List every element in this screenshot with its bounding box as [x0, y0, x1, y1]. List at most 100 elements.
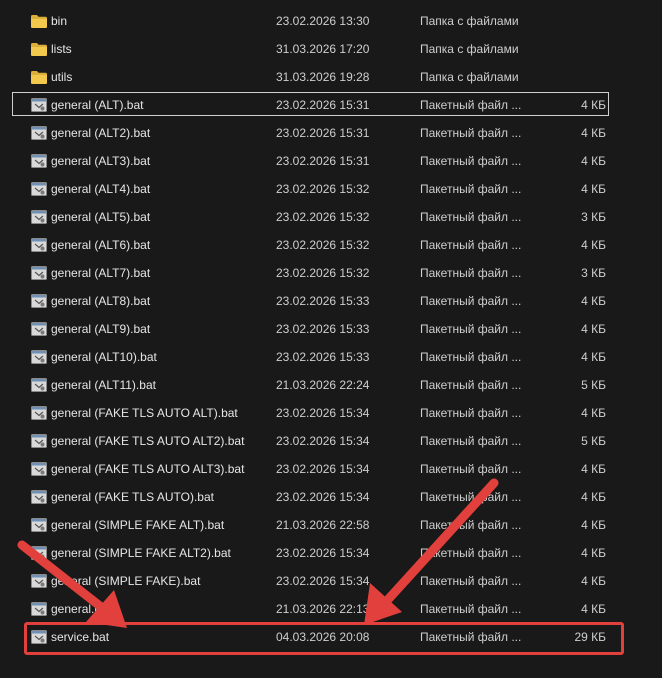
file-row-batch[interactable]: general (SIMPLE FAKE ALT2).bat 23.02.202… — [0, 539, 662, 567]
file-name: general (ALT11).bat — [51, 378, 156, 392]
file-row-folder[interactable]: utils 31.03.2026 19:28 Папка с файлами — [0, 63, 662, 91]
file-date: 23.02.2026 15:31 — [276, 154, 370, 168]
file-name: general (ALT).bat — [51, 98, 144, 112]
file-size: 4 КБ — [581, 126, 606, 140]
file-size: 4 КБ — [581, 350, 606, 364]
file-size: 29 КБ — [574, 630, 606, 644]
file-row-batch[interactable]: general (FAKE TLS AUTO).bat 23.02.2026 1… — [0, 483, 662, 511]
file-size: 4 КБ — [581, 182, 606, 196]
file-date: 23.02.2026 15:33 — [276, 294, 370, 308]
file-row-batch[interactable]: general (ALT5).bat 23.02.2026 15:32 Паке… — [0, 203, 662, 231]
file-type: Пакетный файл ... — [420, 546, 522, 560]
folder-icon — [31, 42, 47, 56]
folder-icon — [31, 14, 47, 28]
file-date: 23.02.2026 13:30 — [276, 14, 370, 28]
file-date: 21.03.2026 22:13 — [276, 602, 370, 616]
file-size: 3 КБ — [581, 210, 606, 224]
file-type: Пакетный файл ... — [420, 350, 522, 364]
file-date: 23.02.2026 15:31 — [276, 126, 370, 140]
file-size: 5 КБ — [581, 434, 606, 448]
file-type: Папка с файлами — [420, 42, 519, 56]
file-type: Пакетный файл ... — [420, 518, 522, 532]
file-list: bin 23.02.2026 13:30 Папка с файлами lis… — [0, 7, 662, 651]
file-row-batch[interactable]: general (FAKE TLS AUTO ALT3).bat 23.02.2… — [0, 455, 662, 483]
file-name: general (ALT4).bat — [51, 182, 151, 196]
file-type: Папка с файлами — [420, 70, 519, 84]
file-type: Пакетный файл ... — [420, 154, 522, 168]
file-row-batch[interactable]: general (ALT7).bat 23.02.2026 15:32 Паке… — [0, 259, 662, 287]
batch-file-icon — [31, 378, 47, 392]
file-row-batch[interactable]: general (SIMPLE FAKE).bat 23.02.2026 15:… — [0, 567, 662, 595]
batch-file-icon — [31, 294, 47, 308]
file-date: 23.02.2026 15:32 — [276, 238, 370, 252]
file-row-batch[interactable]: general (ALT6).bat 23.02.2026 15:32 Паке… — [0, 231, 662, 259]
file-date: 23.02.2026 15:34 — [276, 490, 370, 504]
file-row-folder[interactable]: lists 31.03.2026 17:20 Папка с файлами — [0, 35, 662, 63]
file-date: 23.02.2026 15:34 — [276, 434, 370, 448]
file-date: 23.02.2026 15:34 — [276, 574, 370, 588]
file-date: 23.02.2026 15:33 — [276, 350, 370, 364]
file-type: Пакетный файл ... — [420, 322, 522, 336]
file-date: 21.03.2026 22:58 — [276, 518, 370, 532]
file-size: 4 КБ — [581, 602, 606, 616]
file-size: 4 КБ — [581, 462, 606, 476]
batch-file-icon — [31, 126, 47, 140]
file-row-batch[interactable]: general (ALT9).bat 23.02.2026 15:33 Паке… — [0, 315, 662, 343]
batch-file-icon — [31, 462, 47, 476]
batch-file-icon — [31, 238, 47, 252]
file-row-batch[interactable]: general (ALT4).bat 23.02.2026 15:32 Паке… — [0, 175, 662, 203]
file-date: 23.02.2026 15:34 — [276, 546, 370, 560]
file-type: Пакетный файл ... — [420, 462, 522, 476]
batch-file-icon — [31, 322, 47, 336]
file-name: general (FAKE TLS AUTO ALT).bat — [51, 406, 238, 420]
file-name: lists — [51, 42, 72, 56]
file-date: 04.03.2026 20:08 — [276, 630, 370, 644]
batch-file-icon — [31, 602, 47, 616]
file-name: service.bat — [51, 630, 110, 644]
file-type: Пакетный файл ... — [420, 630, 522, 644]
file-size: 4 КБ — [581, 98, 606, 112]
file-name: general (ALT7).bat — [51, 266, 151, 280]
batch-file-icon — [31, 518, 47, 532]
batch-file-icon — [31, 434, 47, 448]
file-row-batch[interactable]: general.bat 21.03.2026 22:13 Пакетный фа… — [0, 595, 662, 623]
file-type: Пакетный файл ... — [420, 126, 522, 140]
file-row-batch[interactable]: general (FAKE TLS AUTO ALT2).bat 23.02.2… — [0, 427, 662, 455]
file-row-batch[interactable]: general (ALT3).bat 23.02.2026 15:31 Паке… — [0, 147, 662, 175]
file-date: 23.02.2026 15:34 — [276, 462, 370, 476]
file-type: Пакетный файл ... — [420, 294, 522, 308]
file-type: Пакетный файл ... — [420, 406, 522, 420]
file-row-batch[interactable]: general (ALT10).bat 23.02.2026 15:33 Пак… — [0, 343, 662, 371]
file-row-folder[interactable]: bin 23.02.2026 13:30 Папка с файлами — [0, 7, 662, 35]
file-name: utils — [51, 70, 73, 84]
batch-file-icon — [31, 546, 47, 560]
file-size: 4 КБ — [581, 294, 606, 308]
file-row-batch[interactable]: general (ALT11).bat 21.03.2026 22:24 Пак… — [0, 371, 662, 399]
file-row-batch-focused[interactable]: general (ALT).bat 23.02.2026 15:31 Пакет… — [0, 91, 662, 119]
file-row-batch[interactable]: general (ALT2).bat 23.02.2026 15:31 Паке… — [0, 119, 662, 147]
batch-file-icon — [31, 154, 47, 168]
file-date: 23.02.2026 15:31 — [276, 98, 370, 112]
batch-file-icon — [31, 266, 47, 280]
file-row-batch[interactable]: general (ALT8).bat 23.02.2026 15:33 Паке… — [0, 287, 662, 315]
file-date: 23.02.2026 15:32 — [276, 182, 370, 196]
file-size: 4 КБ — [581, 490, 606, 504]
batch-file-icon — [31, 406, 47, 420]
file-name: general (ALT8).bat — [51, 294, 151, 308]
file-date: 21.03.2026 22:24 — [276, 378, 370, 392]
file-name: general (FAKE TLS AUTO).bat — [51, 490, 214, 504]
file-type: Пакетный файл ... — [420, 378, 522, 392]
file-type: Пакетный файл ... — [420, 98, 522, 112]
batch-file-icon — [31, 490, 47, 504]
folder-icon — [31, 70, 47, 84]
file-row-batch[interactable]: general (FAKE TLS AUTO ALT).bat 23.02.20… — [0, 399, 662, 427]
file-row-batch[interactable]: general (SIMPLE FAKE ALT).bat 21.03.2026… — [0, 511, 662, 539]
file-name: general (ALT3).bat — [51, 154, 151, 168]
batch-file-icon — [31, 350, 47, 364]
file-row-batch-highlighted[interactable]: service.bat 04.03.2026 20:08 Пакетный фа… — [0, 623, 662, 651]
file-type: Папка с файлами — [420, 14, 519, 28]
file-date: 23.02.2026 15:32 — [276, 210, 370, 224]
file-size: 4 КБ — [581, 322, 606, 336]
batch-file-icon — [31, 210, 47, 224]
file-type: Пакетный файл ... — [420, 238, 522, 252]
